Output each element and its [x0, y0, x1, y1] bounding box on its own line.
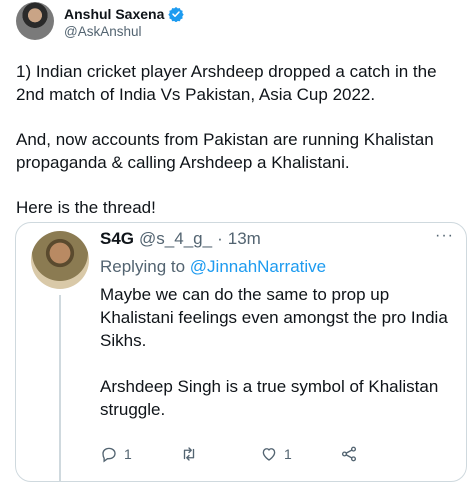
quoted-tweet-header: S4G @s_4_g_ · 13m — [100, 229, 261, 249]
author-block: Anshul Saxena @AskAnshul — [64, 6, 185, 39]
thread-connector-line — [59, 295, 61, 481]
author-avatar[interactable] — [16, 2, 54, 40]
quoted-paragraph: Arshdeep Singh is a true symbol of Khali… — [100, 377, 439, 419]
quoted-author-avatar[interactable] — [31, 231, 89, 289]
replying-to-mention[interactable]: @JinnahNarrative — [190, 257, 326, 276]
quoted-tweet-card[interactable]: S4G @s_4_g_ · 13m ··· Replying to @Jinna… — [15, 222, 467, 482]
reply-icon — [102, 447, 116, 463]
author-name[interactable]: Anshul Saxena — [64, 6, 164, 22]
author-handle[interactable]: @AskAnshul — [64, 24, 184, 39]
retweet-icon — [183, 447, 195, 461]
reply-count: 1 — [124, 446, 132, 462]
replying-to-label: Replying to — [100, 257, 186, 276]
replying-to: Replying to @JinnahNarrative — [100, 257, 326, 277]
tweet-paragraph: Here is the thread! — [16, 198, 156, 217]
verified-badge-icon — [168, 7, 185, 22]
retweet-button[interactable] — [180, 445, 260, 463]
quoted-paragraph: Maybe we can do the same to prop up Khal… — [100, 285, 448, 350]
heart-icon — [262, 448, 276, 461]
like-count: 1 — [284, 446, 292, 462]
separator-dot: · — [217, 229, 223, 248]
quoted-author-name[interactable]: S4G — [100, 229, 134, 249]
tweet-text: 1) Indian cricket player Arshdeep droppe… — [16, 60, 466, 241]
quoted-tweet-text: Maybe we can do the same to prop up Khal… — [100, 283, 460, 444]
share-icon — [341, 446, 357, 462]
quoted-tweet-actions: 1 1 — [100, 445, 420, 463]
quoted-author-handle[interactable]: @s_4_g_ — [139, 229, 212, 249]
quoted-tweet-time[interactable]: 13m — [228, 229, 261, 249]
more-options-icon[interactable]: ··· — [435, 227, 454, 245]
share-button[interactable] — [340, 445, 420, 463]
reply-button[interactable]: 1 — [100, 445, 180, 463]
like-button[interactable]: 1 — [260, 445, 340, 463]
tweet-paragraph: And, now accounts from Pakistan are runn… — [16, 130, 434, 172]
tweet-paragraph: 1) Indian cricket player Arshdeep droppe… — [16, 62, 437, 104]
